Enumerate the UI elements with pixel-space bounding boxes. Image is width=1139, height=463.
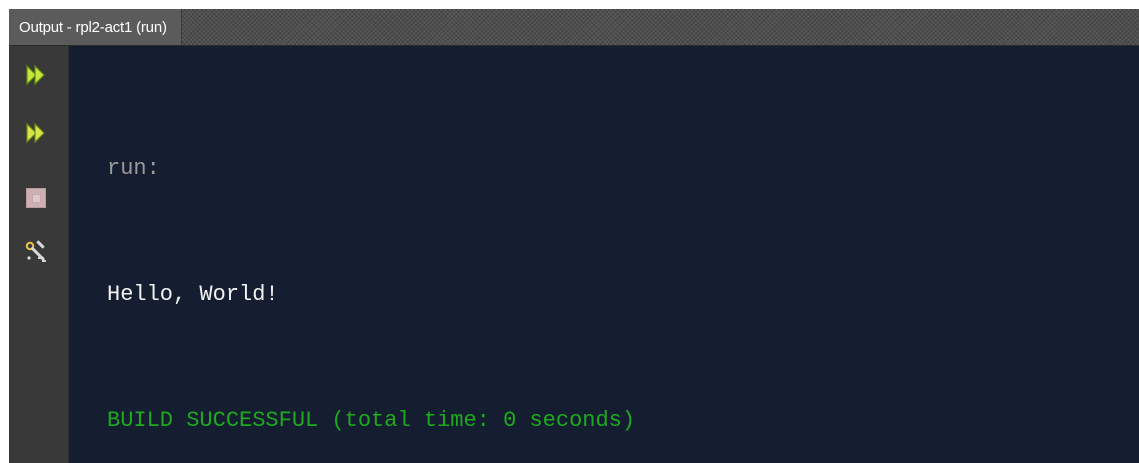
output-toolbar [9, 46, 69, 463]
console-line-build-status: BUILD SUCCESSFUL (total time: 0 seconds) [107, 408, 636, 433]
double-play-icon [26, 64, 45, 86]
output-tab-label: Output - rpl2-act1 (run) [19, 18, 167, 36]
rerun-with-parameters-button[interactable] [24, 121, 48, 145]
console-output[interactable]: run: Hello, World! BUILD SUCCESSFUL (tot… [69, 46, 1139, 463]
settings-button[interactable] [24, 240, 48, 264]
output-tab[interactable]: Output - rpl2-act1 (run) [9, 9, 182, 45]
stop-button[interactable] [24, 186, 48, 210]
stop-icon [26, 188, 46, 208]
output-titlebar: Output - rpl2-act1 (run) [9, 9, 1139, 46]
wrench-settings-icon [25, 240, 46, 262]
double-play-icon [26, 122, 45, 144]
rerun-button[interactable] [24, 63, 48, 87]
output-window: Output - rpl2-act1 (run) run: Hello, Wor… [9, 9, 1139, 463]
console-line-output: Hello, World! [107, 282, 279, 307]
console-line-run: run: [107, 156, 160, 181]
